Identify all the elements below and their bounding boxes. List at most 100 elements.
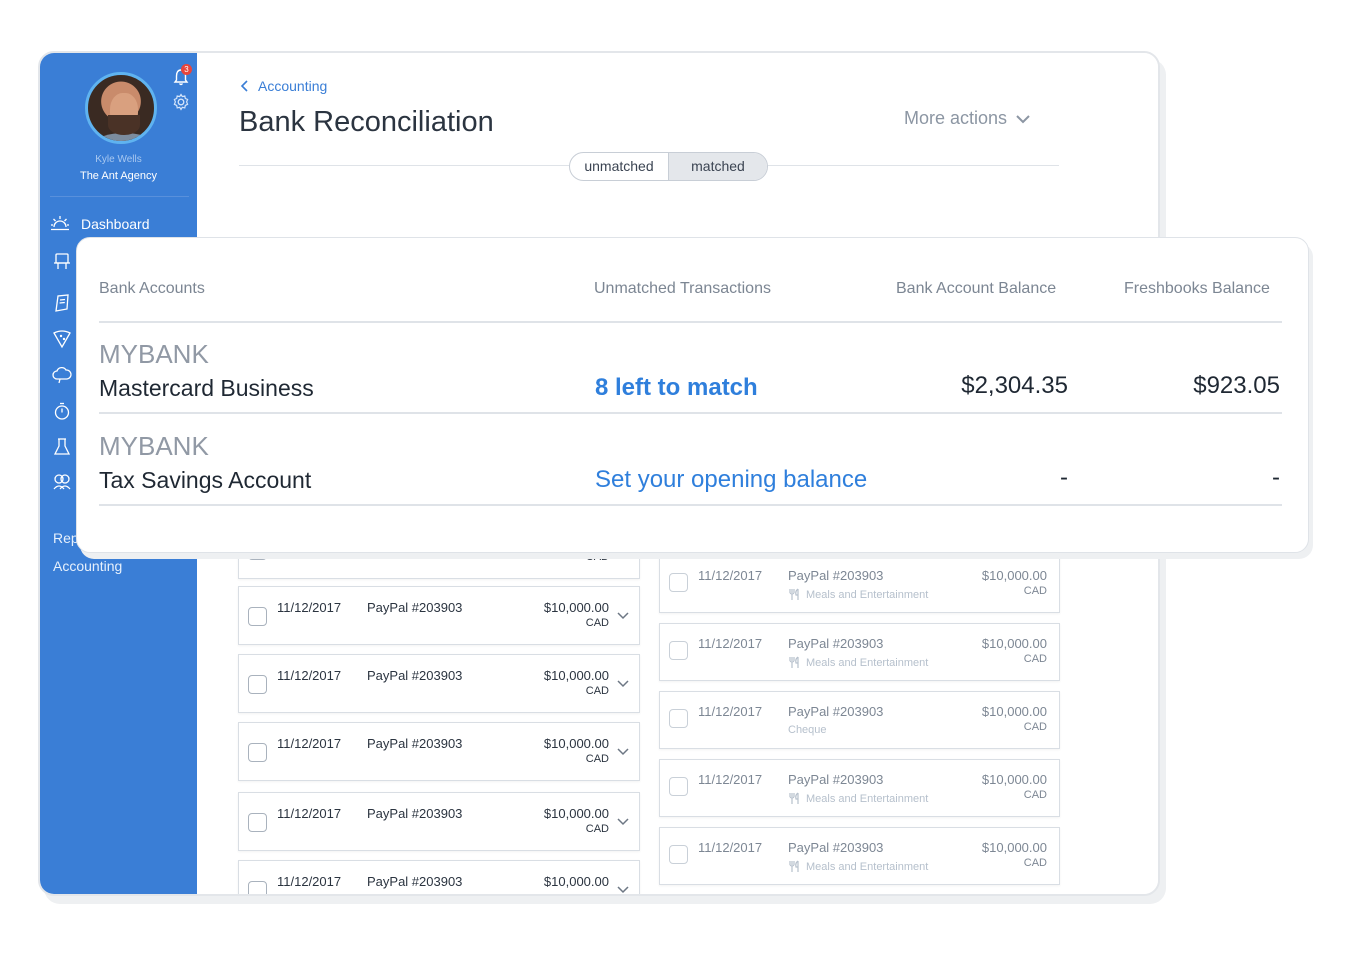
flask-icon[interactable] [52,437,72,457]
transaction-date: 11/12/2017 [277,806,342,821]
utensils-icon [789,792,799,804]
set-opening-balance-link[interactable]: Set your opening balance [595,466,867,494]
bank-name: MYBANK [99,339,209,369]
transaction-row[interactable]: 11/12/2017 PayPal #203903 $10,000.00 CAD [238,586,640,645]
transaction-date: 11/12/2017 [698,568,763,583]
chevron-down-icon[interactable] [617,748,629,756]
freshbooks-balance: - [1272,464,1280,491]
chevron-left-icon [240,80,248,92]
transaction-row[interactable]: 11/12/2017 PayPal #203903 $10,000.00 CAD [238,654,640,713]
transaction-date: 11/12/2017 [698,704,763,719]
chevron-down-icon[interactable] [617,818,629,826]
row-checkbox[interactable] [248,881,267,894]
transaction-currency: CAD [1023,857,1047,869]
transaction-amount: $10,000.00 [981,840,1047,855]
receipt-icon[interactable] [52,293,72,313]
toggle-unmatched[interactable]: unmatched [570,153,668,180]
transaction-date: 11/12/2017 [698,636,763,651]
row-checkbox[interactable] [248,743,267,762]
account-name: Tax Savings Account [99,467,312,493]
transaction-description: PayPal #203903 [788,568,884,583]
matched-transaction-row[interactable]: 11/12/2017 PayPal #203903 Meals and Ente… [659,759,1060,817]
sidebar-item-accounting[interactable]: Accounting [53,558,122,574]
transaction-date: 11/12/2017 [277,600,342,615]
transaction-date: 11/12/2017 [277,736,342,751]
transaction-row[interactable]: 11/12/2017 PayPal #203903 $10,000.00 [238,860,640,894]
transaction-amount: $10,000.00 [543,600,609,615]
transaction-category: Meals and Entertainment [788,588,928,601]
transaction-description: PayPal #203903 [367,806,463,821]
transaction-category: Meals and Entertainment [788,792,928,805]
pizza-icon[interactable] [52,329,72,349]
row-checkbox[interactable] [248,813,267,832]
chevron-down-icon[interactable] [617,886,629,894]
utensils-icon [789,860,799,872]
transaction-currency: CAD [1023,585,1047,597]
transaction-amount: $10,000.00 [981,772,1047,787]
matched-transaction-row[interactable]: 11/12/2017 PayPal #203903 Meals and Ente… [659,827,1060,885]
transaction-amount: $10,000.00 [543,736,609,751]
transaction-category: Meals and Entertainment [788,656,928,669]
matched-transaction-row[interactable]: 11/12/2017 PayPal #203903 Meals and Ente… [659,555,1060,613]
company-name[interactable]: The Ant Agency [40,170,197,182]
avatar[interactable] [85,72,157,144]
divider [99,412,1282,414]
transaction-description: PayPal #203903 [367,736,463,751]
cloud-icon[interactable] [52,365,72,385]
transaction-date: 11/12/2017 [277,874,342,889]
row-checkbox[interactable] [669,709,688,728]
utensils-icon [789,656,799,668]
transaction-currency: CAD [585,823,609,835]
transaction-amount: $10,000.00 [543,874,609,889]
sidebar-item-reports[interactable]: Rep [53,530,79,546]
sidebar-divider [50,196,189,197]
column-header-bank-balance: Bank Account Balance [896,280,1057,297]
breadcrumb[interactable]: Accounting [240,78,327,94]
category-label: Meals and Entertainment [806,792,929,805]
transaction-amount: $10,000.00 [543,668,609,683]
column-header-freshbooks-balance: Freshbooks Balance [1124,280,1270,297]
transaction-row[interactable]: 11/12/2017 PayPal #203903 $10,000.00 CAD [238,792,640,851]
column-header-bank-accounts: Bank Accounts [99,280,205,297]
chevron-down-icon[interactable] [617,680,629,688]
sidebar-item-dashboard[interactable]: Dashboard [50,212,150,236]
category-label: Meals and Entertainment [806,588,929,601]
notification-badge: 3 [181,64,192,75]
toggle-matched[interactable]: matched [668,153,767,180]
transaction-row[interactable]: 11/12/2017 PayPal #203903 $10,000.00 CAD [238,722,640,781]
transaction-description: PayPal #203903 [367,668,463,683]
transaction-category: Meals and Entertainment [788,860,928,873]
row-checkbox[interactable] [669,641,688,660]
transaction-currency: CAD [585,617,609,629]
transaction-description: PayPal #203903 [788,636,884,651]
matched-transaction-row[interactable]: 11/12/2017 PayPal #203903 Meals and Ente… [659,623,1060,681]
utensils-icon [789,588,799,600]
matched-transaction-row[interactable]: 11/12/2017 PayPal #203903 Cheque $10,000… [659,691,1060,749]
chevron-down-icon[interactable] [617,612,629,620]
match-filter-toggle: unmatched matched [569,152,768,181]
transaction-description: PayPal #203903 [788,772,884,787]
gear-icon[interactable] [172,93,190,111]
row-checkbox[interactable] [248,607,267,626]
sunrise-icon [51,216,69,231]
freshbooks-balance: $923.05 [1193,372,1280,399]
category-label: Cheque [788,724,827,736]
left-to-match-link[interactable]: 8 left to match [595,374,758,402]
category-label: Meals and Entertainment [806,860,929,873]
row-checkbox[interactable] [248,675,267,694]
more-actions-label: More actions [904,108,1008,128]
transaction-category: Cheque [788,724,827,736]
invoice-icon[interactable] [52,252,72,272]
row-checkbox[interactable] [669,845,688,864]
row-checkbox[interactable] [669,573,688,592]
row-checkbox[interactable] [669,777,688,796]
transaction-currency: CAD [585,753,609,765]
bank-account-balance: - [1060,464,1068,491]
stopwatch-icon[interactable] [52,401,72,421]
divider [99,504,1282,506]
team-icon[interactable] [52,472,72,492]
transaction-date: 11/12/2017 [698,840,763,855]
more-actions-button[interactable]: More actions [904,108,1030,129]
sidebar-item-label: Dashboard [81,216,150,232]
transaction-amount: $10,000.00 [981,568,1047,583]
